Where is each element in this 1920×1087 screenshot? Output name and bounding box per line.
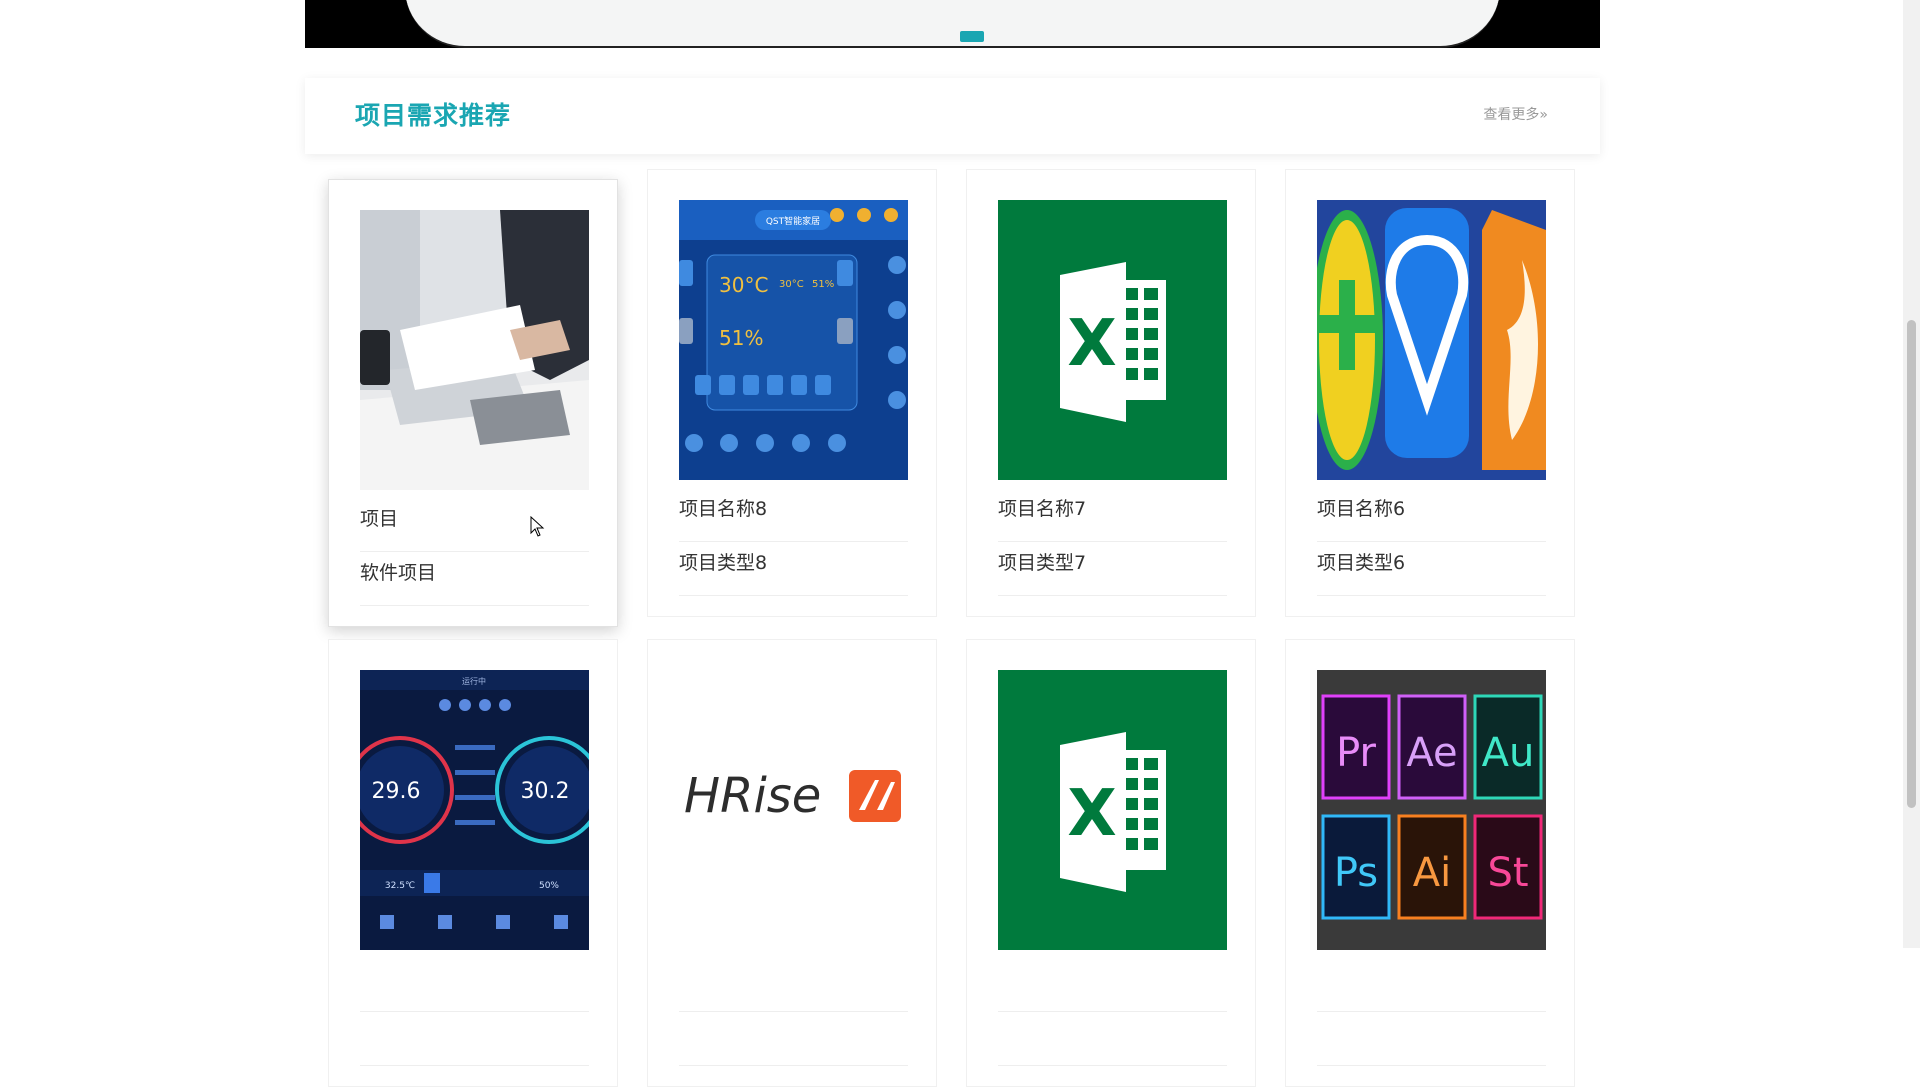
- project-card[interactable]: 项目 软件项目: [328, 179, 618, 627]
- climate-right-temp: 30.2: [521, 779, 570, 804]
- project-type: [1317, 1016, 1546, 1066]
- project-name[interactable]: [998, 964, 1227, 1012]
- adobe-st: St: [1487, 850, 1528, 896]
- adobe-apps-grid: Pr Ae Au Ps Ai St: [1317, 670, 1546, 950]
- project-image-adobe-apps-grid[interactable]: Pr Ae Au Ps Ai St: [1317, 670, 1546, 950]
- banner-slide: [405, 0, 1500, 48]
- smart-home-humidity: 51%: [719, 326, 763, 350]
- project-name[interactable]: [360, 964, 589, 1012]
- car-climate-dashboard: 运行中 29.6 30.2 32.5℃ 50%: [360, 670, 589, 950]
- view-more-link[interactable]: 查看更多»: [1483, 104, 1548, 124]
- page-content: 项目需求推荐 查看更多» 项目 软件项目 QST智能家居 30°C 30°C 5…: [305, 0, 1600, 1087]
- climate-status: 运行中: [462, 676, 486, 686]
- project-card[interactable]: Pr Ae Au Ps Ai St: [1285, 639, 1575, 1087]
- adobe-ai: Ai: [1413, 850, 1451, 896]
- project-type: 项目类型6: [1317, 546, 1546, 596]
- project-card[interactable]: X 项目名称7 项目类型7: [966, 169, 1256, 617]
- hrise-text: HRise: [684, 768, 821, 824]
- mouse-cursor-icon: [530, 516, 545, 537]
- project-name[interactable]: [679, 964, 908, 1012]
- excel-letter: X: [1067, 777, 1116, 851]
- project-image-hrise-logo[interactable]: HRise: [679, 670, 908, 950]
- project-card[interactable]: X: [966, 639, 1256, 1087]
- adobe-au: Au: [1482, 730, 1535, 776]
- smart-home-humidity-small: 51%: [812, 279, 834, 290]
- scrollbar-thumb[interactable]: [1907, 320, 1916, 808]
- project-card[interactable]: QST智能家居 30°C 30°C 51% 51% 项目名称8 项目类型8: [647, 169, 937, 617]
- project-name[interactable]: [1317, 964, 1546, 1012]
- project-card[interactable]: 运行中 29.6 30.2 32.5℃ 50%: [328, 639, 618, 1087]
- smart-home-temp-small: 30°C: [779, 279, 804, 290]
- climate-right-set: 50%: [539, 881, 559, 891]
- project-image-office-laptop-photo[interactable]: [360, 210, 589, 490]
- project-card[interactable]: 项目名称6 项目类型6: [1285, 169, 1575, 617]
- project-name[interactable]: 项目名称8: [679, 494, 908, 542]
- project-image-app-icons-collage[interactable]: [1317, 200, 1546, 480]
- project-type: 项目类型7: [998, 546, 1227, 596]
- section-header: 项目需求推荐 查看更多»: [305, 78, 1600, 154]
- carousel-indicator-dot[interactable]: [960, 31, 984, 42]
- app-icons-collage: [1317, 200, 1546, 480]
- adobe-pr: Pr: [1336, 730, 1376, 776]
- excel-letter: X: [1067, 307, 1116, 381]
- project-type: [679, 1016, 908, 1066]
- climate-left-temp: 29.6: [372, 779, 421, 804]
- excel-logo: X: [998, 200, 1227, 480]
- project-type: 软件项目: [360, 556, 589, 606]
- smart-home-brand: QST智能家居: [766, 215, 820, 227]
- section-title: 项目需求推荐: [355, 101, 512, 130]
- excel-logo: X: [998, 670, 1227, 950]
- banner-carousel[interactable]: [305, 0, 1600, 48]
- project-type: 项目类型8: [679, 546, 908, 596]
- project-card[interactable]: HRise: [647, 639, 937, 1087]
- vertical-scrollbar[interactable]: [1903, 0, 1920, 948]
- smart-home-temp: 30°C: [719, 273, 768, 297]
- project-type: [360, 1016, 589, 1066]
- project-type: [998, 1016, 1227, 1066]
- project-name[interactable]: 项目名称6: [1317, 494, 1546, 542]
- project-image-excel-logo[interactable]: X: [998, 200, 1227, 480]
- project-image-smart-home-panel[interactable]: QST智能家居 30°C 30°C 51% 51%: [679, 200, 908, 480]
- climate-left-set: 32.5℃: [385, 881, 415, 891]
- project-name[interactable]: 项目: [360, 504, 589, 552]
- project-image-car-climate-dashboard[interactable]: 运行中 29.6 30.2 32.5℃ 50%: [360, 670, 589, 950]
- hrise-logo: HRise: [679, 670, 908, 950]
- adobe-ae: Ae: [1406, 730, 1457, 776]
- project-name[interactable]: 项目名称7: [998, 494, 1227, 542]
- adobe-ps: Ps: [1334, 850, 1378, 896]
- office-laptop-photo: [360, 210, 589, 490]
- smart-home-panel: QST智能家居 30°C 30°C 51% 51%: [679, 200, 908, 480]
- project-image-excel-logo[interactable]: X: [998, 670, 1227, 950]
